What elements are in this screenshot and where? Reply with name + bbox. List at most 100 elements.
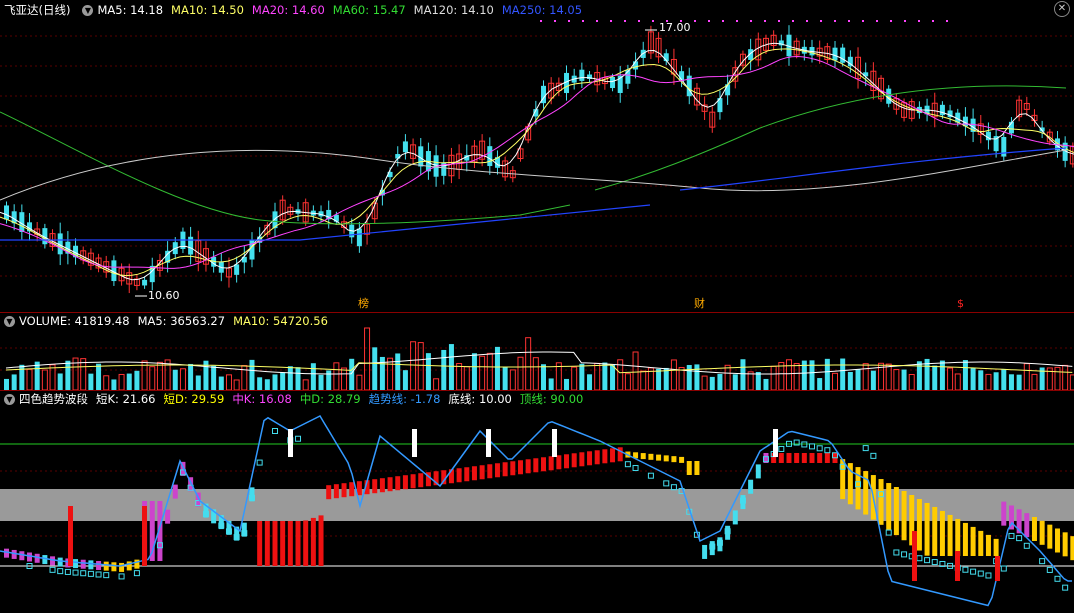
- signal-bar: [142, 506, 147, 566]
- volume-bar-up: [571, 366, 578, 391]
- volume-bar-down: [280, 372, 286, 390]
- volume-bar-up: [624, 373, 631, 391]
- top-marker-dot: [652, 20, 654, 22]
- wave-bar: [280, 521, 286, 566]
- volume-bar-up: [509, 369, 516, 391]
- marker-cai[interactable]: 财: [694, 298, 705, 310]
- short-k-marker: [49, 566, 56, 573]
- volume-ma5-line: [5, 351, 1073, 375]
- volume-bar-down: [870, 370, 876, 390]
- wave-bar: [287, 521, 293, 566]
- wave-bar: [341, 483, 347, 498]
- ma250-line: [0, 147, 1067, 241]
- volume-bar-down: [579, 363, 585, 390]
- volume-bar-up: [778, 362, 785, 391]
- volume-bar-down: [970, 367, 976, 390]
- candle-down: [395, 154, 401, 159]
- volume-bar-down: [57, 373, 63, 390]
- wave-bar: [610, 448, 616, 463]
- marker-dollar[interactable]: $: [957, 298, 964, 310]
- wave-bar: [541, 457, 546, 472]
- volume-bar-down: [19, 364, 25, 390]
- volume-bar-up: [233, 379, 240, 391]
- short-k-marker: [924, 557, 931, 564]
- volume-bar-up: [26, 368, 33, 391]
- candle-down: [579, 69, 585, 81]
- volume-bar-up: [832, 372, 839, 391]
- volume-bar-up: [908, 374, 915, 391]
- wave-bar: [663, 455, 669, 462]
- wave-bar: [939, 510, 945, 556]
- wave-chart[interactable]: [0, 391, 1074, 613]
- short-k-marker: [893, 549, 900, 556]
- price-chart[interactable]: [0, 0, 1074, 312]
- short-k-marker: [778, 445, 785, 452]
- wave-bar: [886, 483, 892, 530]
- short-k-marker: [970, 568, 977, 575]
- wave-bar: [824, 453, 830, 463]
- volume-bar-up: [387, 357, 394, 391]
- volume-bar-down: [978, 370, 984, 390]
- volume-bar-down: [88, 373, 94, 390]
- volume-bar-down: [295, 367, 301, 390]
- volume-bar-down: [740, 359, 746, 390]
- top-marker-dot: [624, 20, 626, 22]
- volume-bar-up: [678, 366, 685, 391]
- wave-bar: [471, 466, 477, 481]
- volume-bar-down: [310, 363, 316, 390]
- volume-bar-down: [855, 369, 861, 390]
- volume-bar-up: [341, 367, 348, 391]
- short-k-marker: [133, 570, 140, 577]
- short-k-marker: [64, 568, 71, 575]
- wave-bar: [1054, 528, 1060, 553]
- signal-bar: [912, 531, 917, 581]
- short-k-marker: [931, 559, 938, 566]
- volume-bar-up: [179, 368, 186, 391]
- top-marker-dot: [610, 20, 612, 22]
- candle-down: [142, 279, 148, 286]
- top-marker-dot: [694, 20, 696, 22]
- top-marker-dot: [596, 20, 598, 22]
- peak-marker: [486, 429, 491, 457]
- wave-bar: [264, 521, 270, 566]
- volume-bar-down: [188, 363, 194, 390]
- wave-bar: [517, 460, 523, 475]
- wave-bar: [372, 479, 378, 494]
- volume-bar-up: [1054, 366, 1061, 391]
- wave-bar: [778, 453, 784, 463]
- volume-ma10-line: [5, 362, 1073, 374]
- wave-bar: [42, 555, 48, 565]
- volume-bar-down: [96, 363, 102, 390]
- candle-down: [487, 146, 493, 167]
- wave-bar: [1039, 520, 1045, 545]
- wave-bar: [686, 461, 692, 475]
- volume-bar-down: [962, 360, 968, 390]
- wave-bar: [955, 518, 961, 556]
- wave-bar: [502, 462, 508, 477]
- wave-bar: [947, 514, 953, 556]
- volume-chart[interactable]: [0, 312, 1074, 392]
- volume-bar-down: [502, 367, 508, 390]
- short-k-marker: [916, 555, 923, 562]
- volume-bar-down: [993, 372, 999, 390]
- wave-bar: [487, 464, 493, 479]
- marker-bang[interactable]: 榜: [358, 298, 369, 310]
- wave-bar: [333, 484, 339, 499]
- volume-bar-down: [257, 377, 263, 390]
- volume-bar-up: [410, 341, 417, 391]
- wave-bar: [985, 534, 991, 556]
- candle-up: [1069, 145, 1074, 165]
- volume-bar-down: [402, 370, 408, 390]
- volume-bar-down: [847, 371, 853, 390]
- short-k-marker: [670, 484, 677, 491]
- wave-bar: [379, 478, 385, 493]
- volume-bar-down: [709, 376, 715, 390]
- volume-bar-down: [686, 364, 692, 390]
- wave-bar: [525, 459, 531, 474]
- top-marker-dot: [834, 20, 836, 22]
- short-k-marker: [1054, 575, 1061, 582]
- volume-bar-down: [602, 362, 608, 390]
- wave-bar: [1024, 513, 1030, 538]
- wave-bar: [648, 453, 654, 460]
- volume-bar-down: [1016, 374, 1022, 390]
